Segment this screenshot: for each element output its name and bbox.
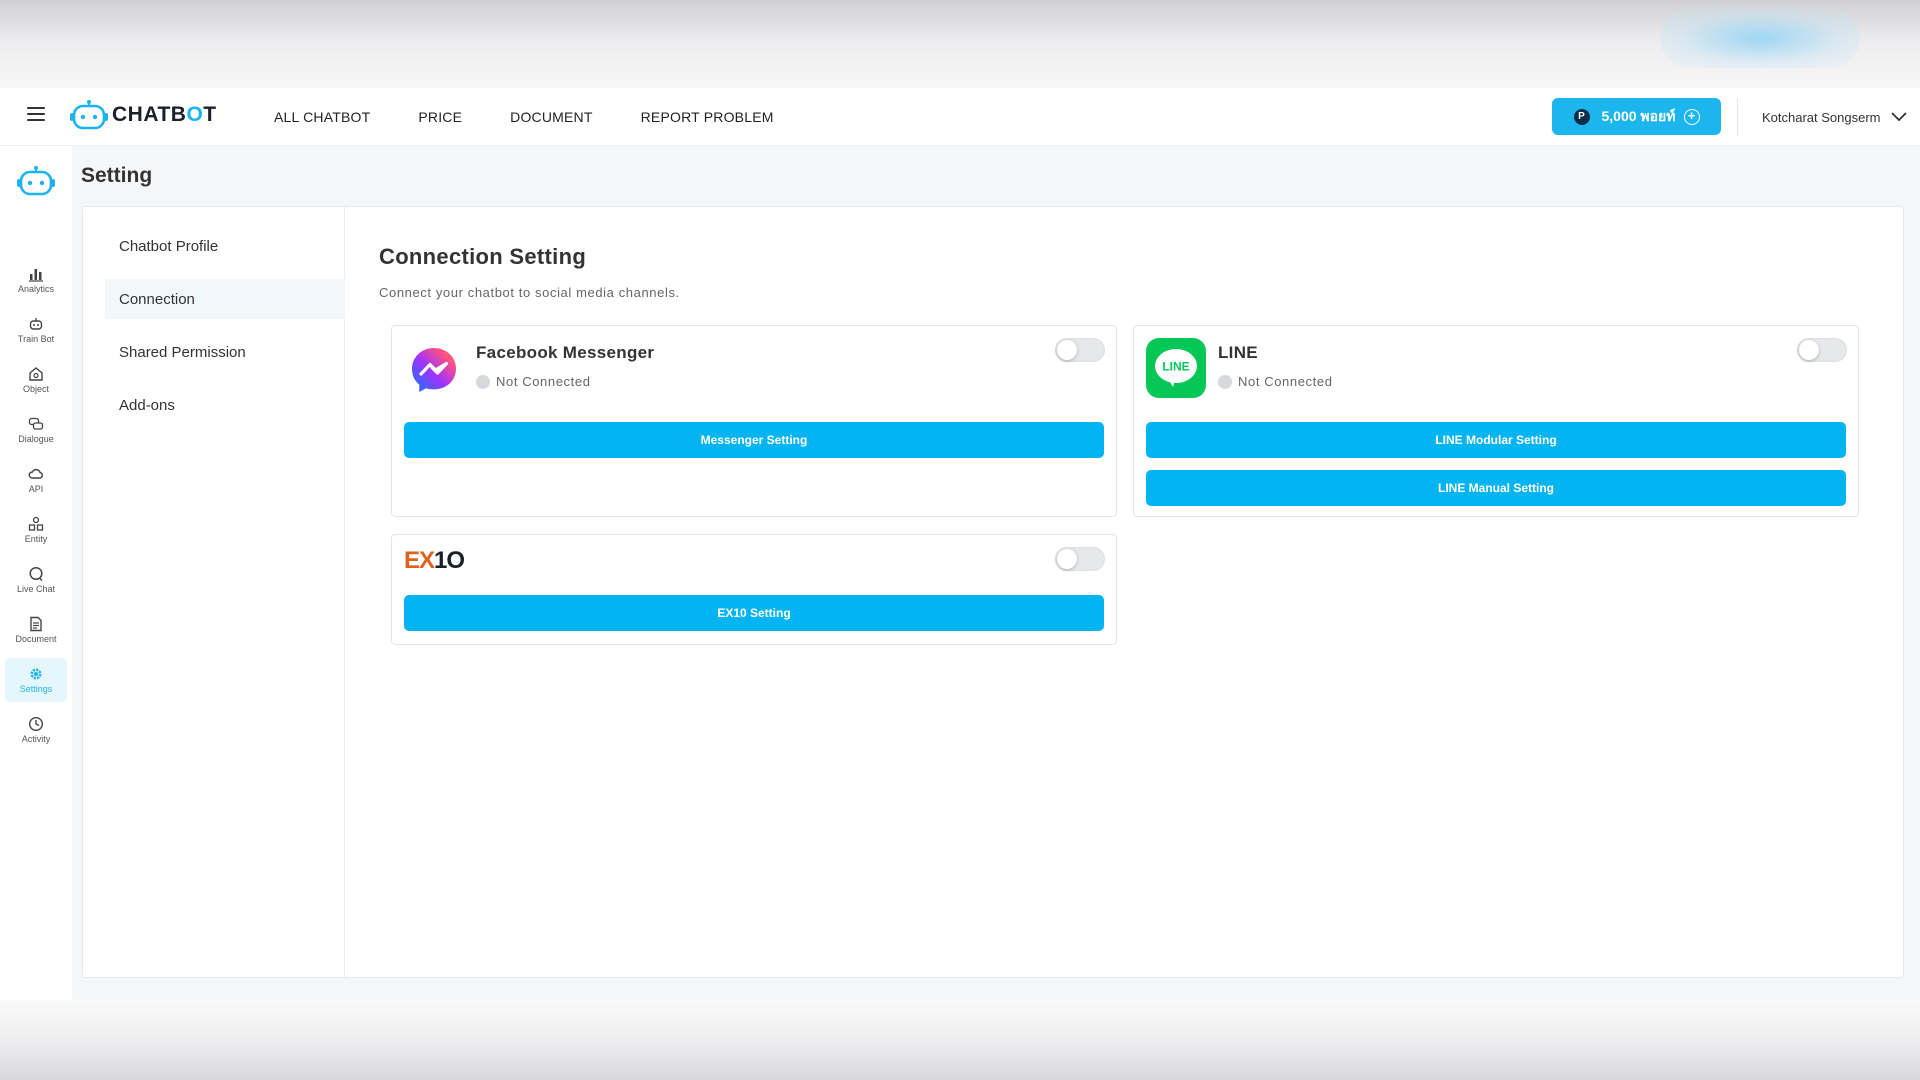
gear-icon xyxy=(30,668,42,680)
object-icon xyxy=(29,367,43,381)
nav-report-problem[interactable]: REPORT PROBLEM xyxy=(641,109,774,125)
sidebar-item-document[interactable]: Document xyxy=(5,608,67,652)
sidebar-item-dialogue[interactable]: Dialogue xyxy=(5,408,67,452)
background-blur-bottom xyxy=(0,1000,1920,1080)
top-header: CHATBOT ALL CHATBOT PRICE DOCUMENT REPOR… xyxy=(0,88,1920,146)
connection-title: Connection Setting xyxy=(379,244,587,269)
sidebar-item-train-bot[interactable]: Train Bot xyxy=(5,308,67,352)
line-logo-text: LINE xyxy=(1162,360,1189,374)
bar-chart-icon xyxy=(29,269,43,282)
facebook-messenger-status: Not Connected xyxy=(476,374,591,389)
document-icon xyxy=(30,616,42,632)
chat-bubbles-icon xyxy=(28,417,44,430)
sidebar-item-entity[interactable]: Entity xyxy=(5,508,67,552)
robot-icon xyxy=(29,318,43,330)
points-button[interactable]: P 5,000 พอยท์ + xyxy=(1552,98,1721,135)
user-menu[interactable]: Kotcharat Songserm xyxy=(1762,88,1907,146)
robot-logo-icon xyxy=(70,100,108,130)
connection-subtitle: Connect your chatbot to social media cha… xyxy=(379,285,680,300)
submenu-shared-permission[interactable]: Shared Permission xyxy=(105,332,345,372)
points-badge-icon: P xyxy=(1573,108,1590,125)
header-divider xyxy=(1737,98,1738,136)
settings-panel: Chatbot Profile Connection Shared Permis… xyxy=(82,206,1904,978)
nav-document[interactable]: DOCUMENT xyxy=(510,109,592,125)
facebook-messenger-name: Facebook Messenger xyxy=(476,343,655,362)
chatbot-logo[interactable]: CHATBOT xyxy=(70,100,217,130)
status-dot-icon xyxy=(1218,374,1232,389)
sidebar-item-settings[interactable]: Settings xyxy=(5,658,67,702)
ex10-logo: EX1O xyxy=(404,547,465,574)
sidebar-item-activity[interactable]: Activity xyxy=(5,708,67,752)
facebook-messenger-toggle[interactable] xyxy=(1055,338,1105,362)
brand-name: CHATBOT xyxy=(112,103,217,126)
add-points-icon: + xyxy=(1683,108,1700,125)
line-logo-icon: LINE xyxy=(1146,338,1206,398)
ex10-setting-button[interactable]: EX10 Setting xyxy=(404,595,1104,631)
icon-sidebar: Analytics Train Bot Object Dialogue API … xyxy=(0,146,72,1000)
line-manual-setting-button[interactable]: LINE Manual Setting xyxy=(1146,470,1846,506)
line-card: LINE LINE Not Connected LINE Modular Set… xyxy=(1133,325,1859,517)
line-toggle[interactable] xyxy=(1797,338,1847,362)
facebook-messenger-card: Facebook Messenger Not Connected Messeng… xyxy=(391,325,1117,517)
sidebar-item-live-chat[interactable]: Live Chat xyxy=(5,558,67,602)
submenu-connection[interactable]: Connection xyxy=(105,279,345,319)
line-modular-setting-button[interactable]: LINE Modular Setting xyxy=(1146,422,1846,458)
background-blur-top xyxy=(0,0,1920,88)
user-name: Kotcharat Songserm xyxy=(1762,109,1881,125)
sidebar-item-analytics[interactable]: Analytics xyxy=(5,258,67,302)
ex10-card: EX1O EX10 Setting xyxy=(391,534,1117,645)
chevron-down-icon xyxy=(1890,112,1907,122)
submenu-add-ons[interactable]: Add-ons xyxy=(105,385,345,425)
submenu-chatbot-profile[interactable]: Chatbot Profile xyxy=(105,226,345,266)
line-status: Not Connected xyxy=(1218,374,1333,389)
cloud-icon xyxy=(28,468,43,479)
clock-icon xyxy=(28,716,44,732)
page-title: Setting xyxy=(81,164,153,187)
ex10-toggle[interactable] xyxy=(1055,547,1105,571)
nav-price[interactable]: PRICE xyxy=(418,109,462,125)
app-window: CHATBOT ALL CHATBOT PRICE DOCUMENT REPOR… xyxy=(0,88,1920,1034)
sidebar-item-object[interactable]: Object xyxy=(5,358,67,402)
hamburger-menu-icon[interactable] xyxy=(27,107,45,121)
line-name: LINE xyxy=(1218,343,1258,362)
sidebar-item-api[interactable]: API xyxy=(5,458,67,502)
speech-bubble-icon xyxy=(29,566,43,582)
messenger-logo-icon xyxy=(412,348,456,392)
status-dot-icon xyxy=(476,374,490,389)
connection-content: Connection Setting Connect your chatbot … xyxy=(345,207,1903,977)
shapes-icon xyxy=(28,516,44,531)
messenger-setting-button[interactable]: Messenger Setting xyxy=(404,422,1104,458)
settings-submenu: Chatbot Profile Connection Shared Permis… xyxy=(83,207,345,977)
nav-all-chatbot[interactable]: ALL CHATBOT xyxy=(274,109,370,125)
points-label: 5,000 พอยท์ xyxy=(1601,107,1676,124)
main-nav: ALL CHATBOT PRICE DOCUMENT REPORT PROBLE… xyxy=(274,88,822,146)
chatbot-avatar-icon xyxy=(17,166,55,196)
